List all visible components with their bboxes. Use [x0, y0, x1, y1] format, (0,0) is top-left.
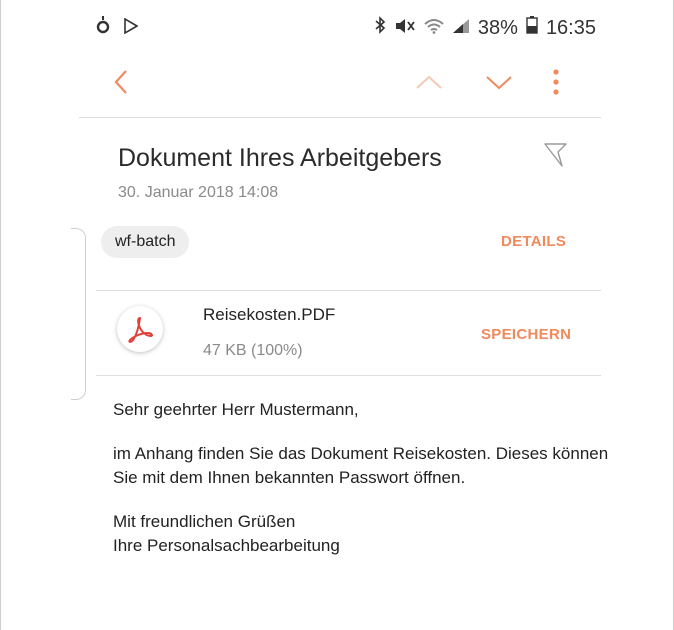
- details-button[interactable]: DETAILS: [501, 233, 566, 250]
- flag-button[interactable]: [541, 140, 571, 170]
- flag-icon: [544, 143, 567, 167]
- attachment-pdf-thumbnail[interactable]: [117, 306, 163, 352]
- bluetooth-icon: [374, 16, 386, 40]
- body-paragraph: im Anhang finden Sie das Dokument Reisek…: [113, 444, 609, 487]
- mail-toolbar: [1, 60, 673, 110]
- attachment-divider: [96, 375, 601, 376]
- status-bar: 38% 16:35: [96, 16, 596, 42]
- email-screen: 38% 16:35 Dokument Ihres Arbeitgebers 30…: [0, 0, 674, 630]
- body-greeting: Sehr geehrter Herr Mustermann,: [113, 400, 359, 419]
- previous-mail-button[interactable]: [409, 60, 449, 104]
- battery-percent: 38%: [477, 16, 518, 39]
- back-button[interactable]: [101, 60, 141, 104]
- play-store-icon: [124, 17, 139, 40]
- header-divider: [96, 290, 601, 291]
- mute-icon: [394, 17, 416, 40]
- email-date: 30. Januar 2018 14:08: [118, 184, 279, 201]
- body-signature: Ihre Personalsachbearbeitung: [113, 536, 340, 555]
- pdf-icon: [128, 317, 153, 343]
- attachment-size: 47 KB (100%): [203, 342, 303, 359]
- label-chip[interactable]: wf-batch: [101, 226, 190, 258]
- sender-panel-handle[interactable]: [71, 228, 86, 400]
- toolbar-divider: [79, 117, 601, 118]
- attachment-filename[interactable]: Reisekosten.PDF: [203, 305, 335, 325]
- next-mail-button[interactable]: [479, 60, 519, 104]
- email-subject: Dokument Ihres Arbeitgebers: [118, 144, 442, 172]
- battery-icon: [526, 16, 538, 40]
- save-attachment-button[interactable]: SPEICHERN: [481, 326, 571, 343]
- back-chevron-icon: [114, 70, 127, 94]
- signal-icon: [452, 17, 470, 40]
- email-body: Sehr geehrter Herr Mustermann, im Anhang…: [113, 398, 633, 558]
- body-closing: Mit freundlichen Grüßen: [113, 512, 296, 531]
- previous-chevron-icon: [416, 75, 442, 89]
- more-vert-icon: [553, 69, 559, 95]
- wifi-icon: [424, 17, 444, 40]
- more-options-button[interactable]: [536, 60, 576, 104]
- next-chevron-icon: [486, 76, 512, 90]
- notification-icon: [96, 16, 110, 40]
- clock-time: 16:35: [545, 16, 596, 39]
